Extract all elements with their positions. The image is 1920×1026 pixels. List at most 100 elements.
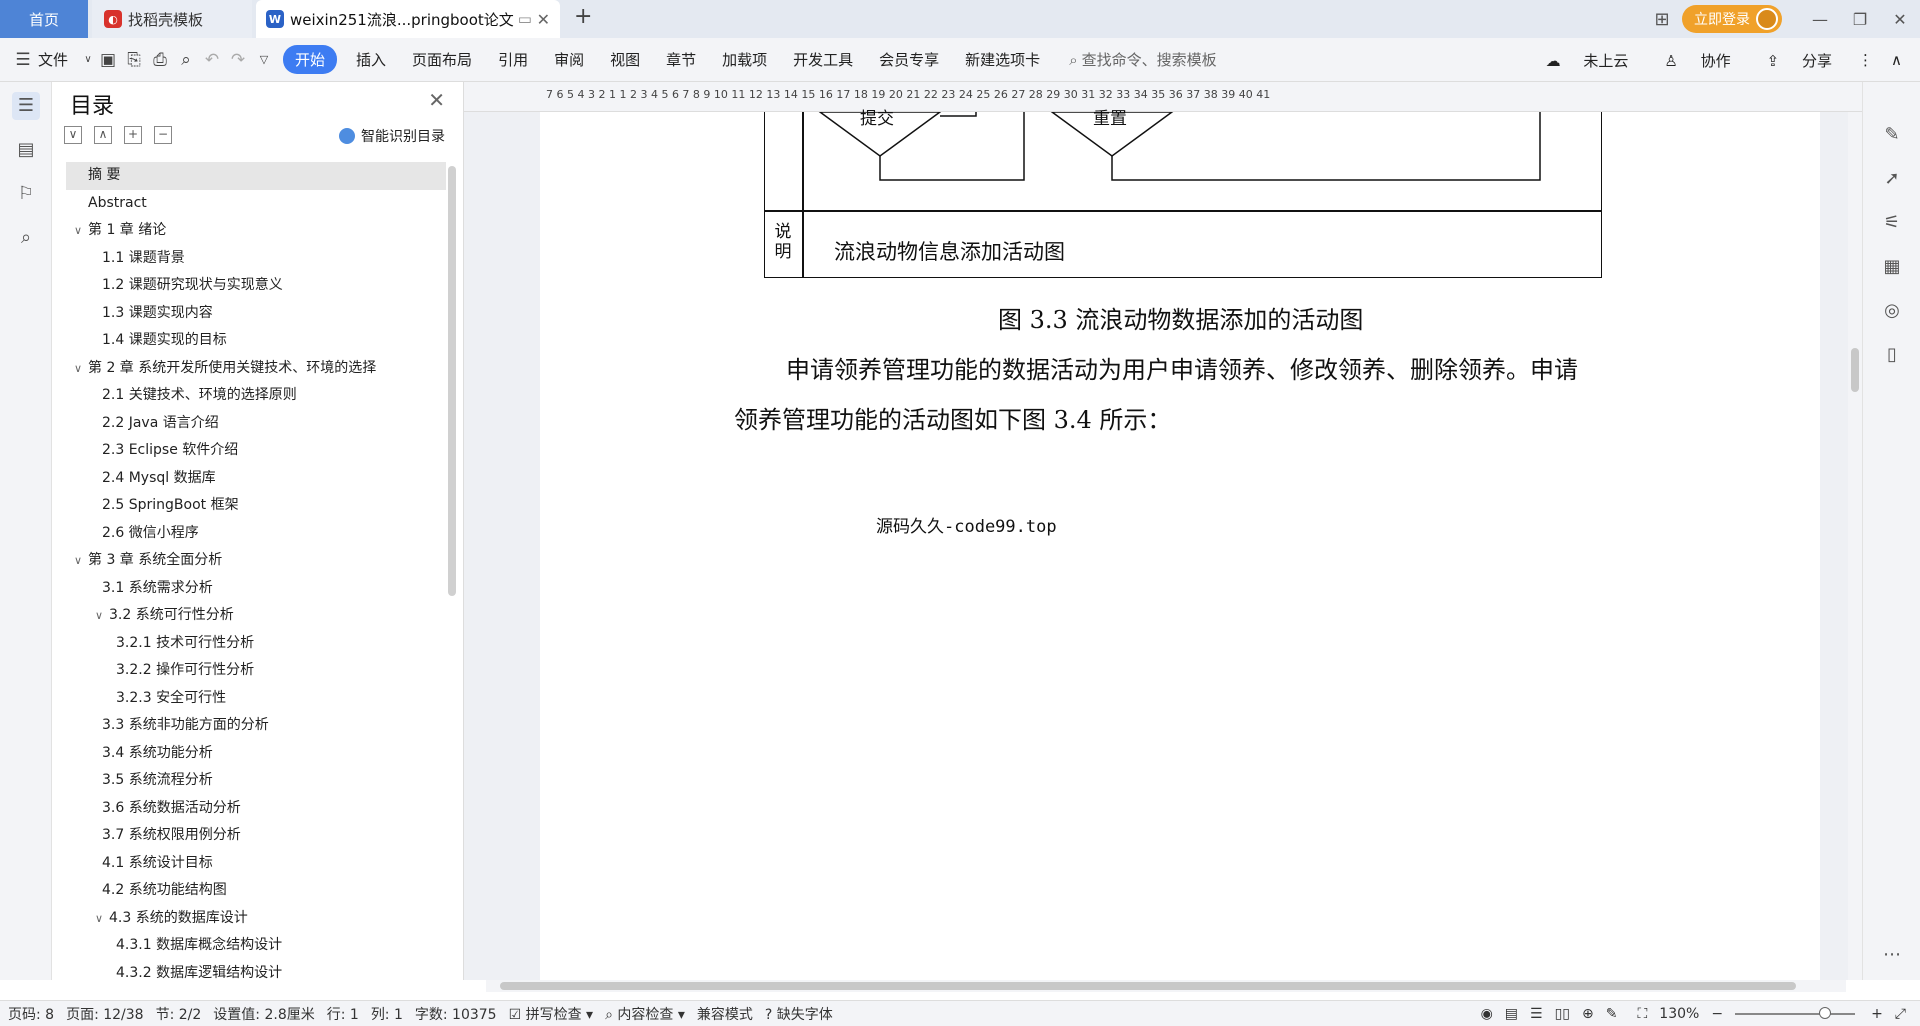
chevron-down-icon[interactable]: ∨	[74, 355, 88, 383]
toc-scrollbar[interactable]	[448, 166, 456, 596]
book-icon[interactable]: ▯	[1879, 342, 1905, 368]
menu-view[interactable]: 视图	[597, 49, 653, 70]
hamburger-icon[interactable]: ☰	[10, 50, 36, 70]
page-view-icon[interactable]: ▤	[1505, 1006, 1518, 1022]
ai-icon[interactable]: ◎	[1879, 298, 1905, 324]
tab-home[interactable]: 首页	[0, 0, 88, 38]
status-row[interactable]: 行: 1	[327, 1004, 359, 1024]
toc-item[interactable]: 3.2.3 安全可行性	[66, 685, 446, 713]
eye-icon[interactable]: ◉	[1481, 1006, 1493, 1022]
web-view-icon[interactable]: ⊕	[1582, 1006, 1594, 1022]
restore-icon[interactable]: ❐	[1840, 10, 1880, 29]
toc-item[interactable]: 2.3 Eclipse 软件介绍	[66, 437, 446, 465]
write-mode-icon[interactable]: ✎	[1606, 1006, 1618, 1022]
toc-item[interactable]: 3.5 系统流程分析	[66, 767, 446, 795]
nav-pane-icon[interactable]: ▤	[12, 136, 40, 164]
content-check-button[interactable]: ⌕ 内容检查 ▾	[605, 1004, 685, 1024]
toc-item[interactable]: 4.1 系统设计目标	[66, 850, 446, 878]
undo-icon[interactable]: ↶	[199, 50, 225, 70]
menu-page-layout[interactable]: 页面布局	[399, 49, 485, 70]
toc-icon[interactable]: ☰	[12, 92, 40, 120]
chevron-down-icon[interactable]: ∨	[95, 602, 109, 630]
toc-item[interactable]: 1.2 课题研究现状与实现意义	[66, 272, 446, 300]
print-preview-icon[interactable]: ⌕	[173, 50, 199, 70]
toc-item[interactable]: 3.4 系统功能分析	[66, 740, 446, 768]
status-setting[interactable]: 设置值: 2.8厘米	[213, 1004, 314, 1024]
toc-item[interactable]: 1.3 课题实现内容	[66, 300, 446, 328]
toc-item[interactable]: Abstract	[66, 190, 446, 218]
toc-item[interactable]: 3.7 系统权限用例分析	[66, 822, 446, 850]
status-page[interactable]: 页码: 8	[8, 1004, 54, 1024]
toc-item[interactable]: ∨ 第 1 章 绪论	[66, 217, 446, 245]
toc-item[interactable]: ∨ 第 2 章 系统开发所使用关键技术、环境的选择	[66, 355, 446, 383]
missing-font-button[interactable]: ? 缺失字体	[765, 1004, 833, 1024]
status-col[interactable]: 列: 1	[371, 1004, 403, 1024]
toc-item[interactable]: 3.6 系统数据活动分析	[66, 795, 446, 823]
menu-insert[interactable]: 插入	[343, 49, 399, 70]
fullscreen-icon[interactable]: ⤢	[1895, 1006, 1906, 1022]
close-icon[interactable]: ✕	[428, 88, 445, 112]
toc-item[interactable]: 3.2.2 操作可行性分析	[66, 657, 446, 685]
toc-item[interactable]: 4.2 系统功能结构图	[66, 877, 446, 905]
customize-icon[interactable]: ▽	[251, 53, 277, 66]
close-window-icon[interactable]: ✕	[1880, 10, 1920, 29]
toc-item[interactable]: ∨ 4.3 系统的数据库设计	[66, 905, 446, 933]
pointer-icon[interactable]: ➚	[1879, 166, 1905, 192]
more-dots-icon[interactable]: ⋯	[1879, 942, 1905, 968]
find-icon[interactable]: ⌕	[12, 224, 40, 252]
collapse-all-icon[interactable]: ∧	[94, 126, 112, 144]
zoom-slider-knob[interactable]	[1819, 1007, 1832, 1019]
toc-item[interactable]: 2.6 微信小程序	[66, 520, 446, 548]
pen-icon[interactable]: ✎	[1879, 122, 1905, 148]
menu-start[interactable]: 开始	[283, 45, 338, 74]
vertical-scroll-thumb[interactable]	[1851, 348, 1859, 392]
export-pdf-icon[interactable]: ⎘	[121, 50, 147, 70]
toc-item[interactable]: 1.4 课题实现的目标	[66, 327, 446, 355]
outline-view-icon[interactable]: ☰	[1530, 1006, 1543, 1022]
toc-item[interactable]: 3.1 系统需求分析	[66, 575, 446, 603]
cloud-status[interactable]: ☁ 未上云	[1528, 50, 1629, 71]
settings-sliders-icon[interactable]: ⚟	[1879, 210, 1905, 236]
zoom-slider[interactable]	[1735, 1007, 1856, 1019]
toc-item[interactable]: 2.1 关键技术、环境的选择原则	[66, 382, 446, 410]
toc-item[interactable]: 3.2.1 技术可行性分析	[66, 630, 446, 658]
horizontal-scroll-thumb[interactable]	[500, 982, 1796, 990]
menu-addins[interactable]: 加载项	[709, 49, 780, 70]
redo-icon[interactable]: ↷	[225, 50, 251, 70]
print-icon[interactable]: ⎙	[147, 50, 173, 70]
toc-item[interactable]: 4.3.1 数据库概念结构设计	[66, 932, 446, 960]
toc-item[interactable]: ∨ 3.2 系统可行性分析	[66, 602, 446, 630]
login-button[interactable]: 立即登录	[1682, 5, 1782, 33]
tab-template[interactable]: ◐ 找稻壳模板	[92, 0, 252, 38]
toc-item[interactable]: 2.5 SpringBoot 框架	[66, 492, 446, 520]
save-icon[interactable]: ▣	[95, 50, 121, 70]
tab-close-icon[interactable]: ✕	[537, 10, 550, 29]
chevron-down-icon[interactable]: ∨	[81, 54, 95, 65]
vertical-scrollbar[interactable]	[1848, 112, 1862, 980]
command-search[interactable]: ⌕ 查找命令、搜索模板	[1069, 49, 1216, 70]
toc-item[interactable]: 3.3 系统非功能方面的分析	[66, 712, 446, 740]
apps-grid-icon[interactable]: ⊞	[1642, 9, 1682, 30]
ruler[interactable]: 7 6 5 4 3 2 1 1 2 3 4 5 6 7 8 9 10 11 12…	[464, 82, 1920, 112]
file-menu[interactable]: 文件	[36, 49, 81, 70]
minimize-icon[interactable]: —	[1800, 10, 1840, 29]
horizontal-scrollbar[interactable]	[486, 980, 1846, 992]
status-section[interactable]: 节: 2/2	[156, 1004, 202, 1024]
toc-item[interactable]: 4.3.2 数据库逻辑结构设计	[66, 960, 446, 988]
menu-developer[interactable]: 开发工具	[780, 49, 866, 70]
reading-view-icon[interactable]: ▯▯	[1555, 1006, 1570, 1022]
menu-new-tab[interactable]: 新建选项卡	[952, 49, 1053, 70]
collapse-ribbon-icon[interactable]: ∧	[1891, 51, 1902, 69]
expand-all-icon[interactable]: ∨	[64, 126, 82, 144]
fit-page-icon[interactable]: ⛶	[1637, 1006, 1647, 1022]
zoom-in-icon[interactable]: +	[1871, 1006, 1883, 1022]
chevron-down-icon[interactable]: ∨	[95, 905, 109, 933]
chevron-down-icon[interactable]: ∨	[74, 217, 88, 245]
remove-toc-item-icon[interactable]: −	[154, 126, 172, 144]
menu-review[interactable]: 审阅	[541, 49, 597, 70]
toc-item[interactable]: 2.2 Java 语言介绍	[66, 410, 446, 438]
share-button[interactable]: ⇪ 分享	[1749, 50, 1832, 71]
chevron-down-icon[interactable]: ∨	[74, 547, 88, 575]
smart-toc-button[interactable]: 智能识别目录	[339, 126, 445, 146]
toc-item[interactable]: ∨ 第 3 章 系统全面分析	[66, 547, 446, 575]
